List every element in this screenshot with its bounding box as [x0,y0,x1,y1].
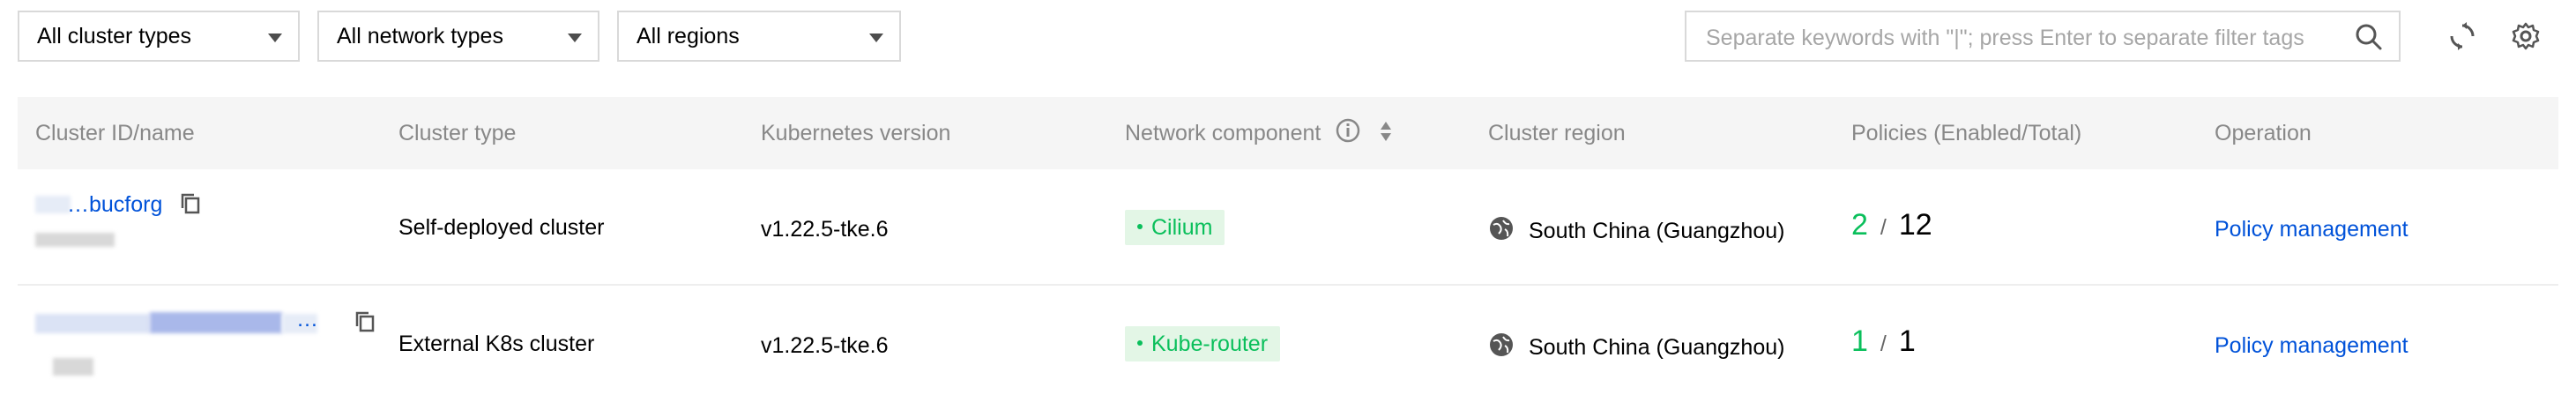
network-component-label: Kube-router [1151,332,1269,356]
search-box [1685,11,2401,62]
redacted-id-blur [150,312,282,333]
search-input[interactable] [1704,21,2325,55]
policies-enabled-count: 2 [1851,208,1868,242]
header-policies: Policies (Enabled/Total) [1851,121,2082,145]
copy-icon[interactable] [180,192,201,215]
redacted-id-blur [35,314,150,333]
network-component-label: Cilium [1151,215,1213,240]
table-header: Cluster ID/name Cluster type Kubernetes … [18,97,2558,169]
header-cluster-region: Cluster region [1488,121,1626,145]
network-type-select-value: All network types [337,24,503,48]
status-dot [1137,224,1143,230]
header-network-component: Network component [1125,97,1393,169]
policies-total-count: 1 [1898,324,1916,358]
header-cluster-type: Cluster type [398,121,517,145]
policy-management-link[interactable]: Policy management [2215,333,2408,359]
refresh-icon[interactable] [2447,21,2477,51]
header-kubernetes-version: Kubernetes version [761,121,951,145]
region-cell: South China (Guangzhou) [1488,212,1784,244]
network-type-select[interactable]: All network types [317,11,599,62]
policies-separator: / [1880,332,1887,356]
copy-icon[interactable] [354,310,376,333]
region-select[interactable]: All regions [617,11,901,62]
network-component-tag: Cilium [1125,210,1225,245]
cluster-table: Cluster ID/name Cluster type Kubernetes … [18,97,2558,395]
kubernetes-version-cell: v1.22.5-tke.6 [761,333,889,358]
cluster-type-select[interactable]: All cluster types [18,11,300,62]
cluster-id-link[interactable]: …bucforg [67,192,162,218]
table-row: …bucforg Self-deployed cluster v1.22.5-t… [18,169,2558,286]
cluster-type-select-value: All cluster types [37,24,192,48]
sort-icon[interactable] [1379,120,1393,143]
network-component-tag: Kube-router [1125,326,1281,361]
gear-icon[interactable] [2511,21,2541,51]
table-row: … External K8s cluster v1.22.5-tke.6 Kub… [18,286,2558,395]
region-label: South China (Guangzhou) [1529,219,1785,243]
filter-toolbar: All cluster types All network types All … [18,11,2558,63]
cluster-id-cell: …bucforg [35,192,379,263]
redacted-name-blur [35,233,115,247]
redacted-name-blur [53,358,93,376]
policies-cell: 2 / 12 [1851,208,1932,242]
header-operation: Operation [2215,121,2312,145]
region-globe-icon [1490,333,1513,356]
cluster-type-cell: Self-deployed cluster [398,215,605,240]
region-select-value: All regions [637,24,740,48]
policies-enabled-count: 1 [1851,324,1868,358]
policies-separator: / [1880,215,1887,240]
policy-management-link[interactable]: Policy management [2215,217,2408,242]
redacted-id-blur [35,196,71,213]
region-label: South China (Guangzhou) [1529,335,1785,360]
region-globe-icon [1490,217,1513,240]
policies-total-count: 12 [1898,208,1932,242]
cluster-id-link[interactable]: … [296,307,318,332]
cluster-id-cell: … [35,307,379,386]
header-network-component-label: Network component [1125,121,1322,145]
policies-cell: 1 / 1 [1851,324,1916,359]
status-dot [1137,340,1143,347]
info-icon[interactable] [1336,118,1360,143]
search-icon[interactable] [2355,23,2383,51]
chevron-down-icon [268,34,282,42]
cluster-type-cell: External K8s cluster [398,332,595,356]
chevron-down-icon [568,34,582,42]
header-cluster-id: Cluster ID/name [35,121,195,145]
region-cell: South China (Guangzhou) [1488,328,1784,361]
kubernetes-version-cell: v1.22.5-tke.6 [761,217,889,242]
chevron-down-icon [869,34,883,42]
cluster-network-policy-page: All cluster types All network types All … [0,0,2576,395]
